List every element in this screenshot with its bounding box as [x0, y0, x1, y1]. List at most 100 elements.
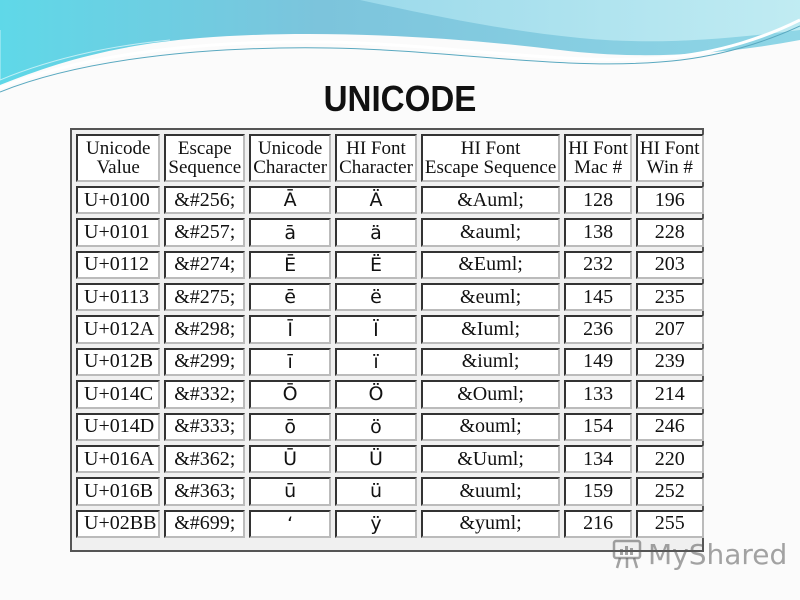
cell-unicode-character: Ō — [249, 380, 332, 409]
cell-hi-font-escape-sequence: &Auml; — [420, 186, 561, 215]
cell-hi-font-win-number: 207 — [635, 315, 704, 344]
table-row: U+0101 &#257; ā ä &auml; 138 228 — [76, 218, 704, 247]
slide-title: UNICODE — [323, 78, 477, 119]
cell-unicode-value: U+0112 — [76, 250, 161, 280]
cell-hi-font-escape-sequence: &Euml; — [420, 250, 561, 280]
cell-unicode-character: Ū — [249, 444, 332, 474]
column-header-hi-font-escape-sequence: HI Font Escape Sequence — [420, 134, 561, 182]
cell-unicode-value: U+012B — [76, 347, 161, 377]
cell-hi-font-escape-sequence: &auml; — [420, 218, 561, 247]
column-header-unicode-character: Unicode Character — [249, 134, 332, 182]
cell-unicode-value: U+0101 — [76, 218, 161, 247]
column-header-hi-font-mac-number: HI Font Mac # — [564, 134, 632, 182]
column-header-line: Sequence — [168, 157, 242, 178]
cell-unicode-value: U+0113 — [76, 283, 161, 312]
cell-hi-font-mac-number: 236 — [564, 315, 632, 344]
cell-unicode-value: U+0100 — [76, 186, 161, 215]
cell-escape-sequence: &#333; — [164, 412, 246, 441]
table-row: U+014C &#332; Ō Ö &Ouml; 133 214 — [76, 380, 704, 409]
unicode-table: Unicode Value Escape Sequence Unicode Charact… — [72, 130, 708, 542]
column-header-hi-font-character: HI Font Character — [335, 134, 417, 182]
cell-hi-font-character: Ä — [335, 186, 417, 215]
cell-hi-font-character: ë — [335, 283, 417, 312]
cell-hi-font-win-number: 228 — [635, 218, 704, 247]
cell-escape-sequence: &#256; — [164, 186, 246, 215]
cell-unicode-character: ā — [249, 218, 332, 247]
table-row: U+02BB &#699; ʻ ÿ &yuml; 216 255 — [76, 509, 704, 538]
cell-unicode-value: U+014D — [76, 412, 161, 441]
cell-unicode-character: Ī — [249, 315, 332, 344]
cell-hi-font-character: Ö — [335, 380, 417, 409]
column-header-hi-font-win-number: HI Font Win # — [635, 134, 704, 182]
cell-hi-font-win-number: 203 — [635, 250, 704, 280]
table-row: U+0113 &#275; ē ë &euml; 145 235 — [76, 283, 704, 312]
column-header-line: Unicode — [86, 138, 151, 159]
cell-hi-font-mac-number: 154 — [564, 412, 632, 441]
cell-unicode-character: ī — [249, 347, 332, 377]
cell-hi-font-character: Ï — [335, 315, 417, 344]
cell-hi-font-character: Ü — [335, 444, 417, 474]
cell-escape-sequence: &#332; — [164, 380, 246, 409]
cell-hi-font-win-number: 252 — [635, 477, 704, 506]
column-header-line: Value — [96, 157, 140, 178]
cell-hi-font-win-number: 220 — [635, 444, 704, 474]
cell-hi-font-character: ü — [335, 477, 417, 506]
cell-escape-sequence: &#298; — [164, 315, 246, 344]
cell-unicode-value: U+016B — [76, 477, 161, 506]
cell-hi-font-character: Ë — [335, 250, 417, 280]
cell-hi-font-escape-sequence: &Ouml; — [420, 380, 561, 409]
column-header-escape-sequence: Escape Sequence — [164, 134, 246, 182]
cell-unicode-character: ʻ — [249, 509, 332, 538]
cell-hi-font-win-number: 246 — [635, 412, 704, 441]
table-row: U+016B &#363; ū ü &uuml; 159 252 — [76, 477, 704, 506]
cell-unicode-character: Ē — [249, 250, 332, 280]
column-header-line: Escape — [177, 138, 232, 159]
cell-escape-sequence: &#699; — [164, 509, 246, 538]
table-row: U+0112 &#274; Ē Ë &Euml; 232 203 — [76, 250, 704, 280]
table-header-row: Unicode Value Escape Sequence Unicode Charact… — [76, 134, 704, 182]
cell-escape-sequence: &#362; — [164, 444, 246, 474]
cell-hi-font-character: ÿ — [335, 509, 417, 538]
cell-escape-sequence: &#274; — [164, 250, 246, 280]
cell-hi-font-character: ö — [335, 412, 417, 441]
cell-escape-sequence: &#257; — [164, 218, 246, 247]
watermark-text: MyShared — [648, 537, 788, 571]
cell-hi-font-escape-sequence: &Uuml; — [420, 444, 561, 474]
column-header-line: HI Font — [639, 138, 700, 159]
cell-hi-font-mac-number: 232 — [564, 250, 632, 280]
cell-hi-font-win-number: 214 — [635, 380, 704, 409]
column-header-line: Character — [339, 157, 413, 178]
column-header-line: Escape Sequence — [424, 157, 557, 178]
cell-hi-font-win-number: 235 — [635, 283, 704, 312]
cell-unicode-character: ē — [249, 283, 332, 312]
cell-escape-sequence: &#275; — [164, 283, 246, 312]
cell-hi-font-character: ä — [335, 218, 417, 247]
cell-hi-font-mac-number: 159 — [564, 477, 632, 506]
table-row: U+012A &#298; Ī Ï &Iuml; 236 207 — [76, 315, 704, 344]
cell-unicode-character: ū — [249, 477, 332, 506]
table-row: U+012B &#299; ī ï &iuml; 149 239 — [76, 347, 704, 377]
cell-hi-font-win-number: 239 — [635, 347, 704, 377]
table-row: U+014D &#333; ō ö &ouml; 154 246 — [76, 412, 704, 441]
table-row: U+0100 &#256; Ā Ä &Auml; 128 196 — [76, 186, 704, 215]
cell-hi-font-escape-sequence: &Iuml; — [420, 315, 561, 344]
column-header-line: HI Font — [568, 138, 628, 159]
watermark: MyShared — [610, 536, 787, 572]
cell-unicode-value: U+014C — [76, 380, 161, 409]
cell-escape-sequence: &#299; — [164, 347, 246, 377]
cell-hi-font-escape-sequence: &euml; — [420, 283, 561, 312]
cell-hi-font-escape-sequence: &yuml; — [420, 509, 561, 538]
cell-hi-font-character: ï — [335, 347, 417, 377]
column-header-line: Unicode — [257, 138, 323, 159]
cell-hi-font-mac-number: 145 — [564, 283, 632, 312]
cell-hi-font-escape-sequence: &iuml; — [420, 347, 561, 377]
cell-hi-font-mac-number: 216 — [564, 509, 632, 538]
cell-unicode-value: U+016A — [76, 444, 161, 474]
column-header-line: Character — [253, 157, 328, 178]
column-header-line: Win # — [646, 157, 693, 178]
cell-hi-font-mac-number: 138 — [564, 218, 632, 247]
cell-hi-font-mac-number: 149 — [564, 347, 632, 377]
column-header-unicode-value: Unicode Value — [76, 134, 161, 182]
cell-hi-font-win-number: 196 — [635, 186, 704, 215]
cell-hi-font-win-number: 255 — [635, 509, 704, 538]
